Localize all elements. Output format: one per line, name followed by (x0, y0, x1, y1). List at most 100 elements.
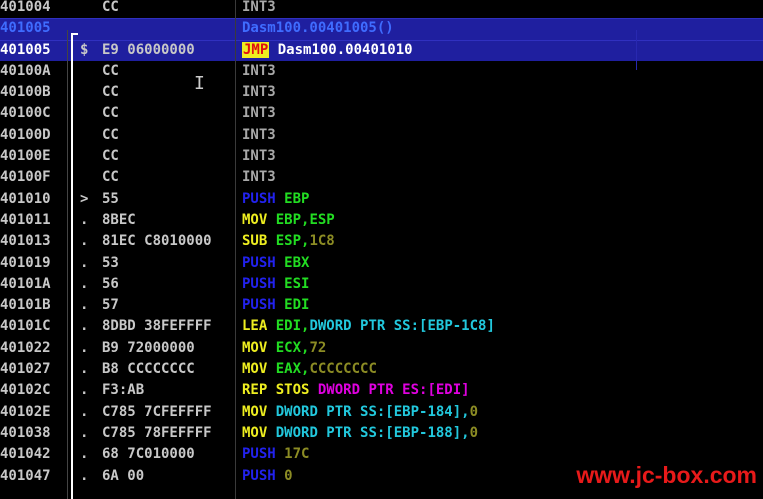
instruction-disassembly: PUSH EDI (242, 295, 309, 316)
disasm-token: 0 (275, 467, 293, 484)
disasm-row[interactable]: 40100F CC INT3 (0, 167, 763, 188)
instruction-hex-bytes: CC (102, 0, 119, 15)
disasm-row[interactable]: 40100C CC INT3 (0, 103, 763, 124)
instruction-address: 40100D (0, 126, 51, 143)
disasm-token: EBX (275, 254, 310, 271)
instruction-disassembly: LEA EDI,DWORD PTR SS:[EBP-1C8] (242, 316, 495, 337)
disasm-token: INT3 (242, 84, 276, 101)
instruction-disassembly: MOV DWORD PTR SS:[EBP-188],0 (242, 423, 478, 444)
instruction-hex-bytes: B9 72000000 (102, 339, 195, 356)
instruction-address: 40102C (0, 382, 51, 399)
instruction-address: 401005 (0, 20, 51, 37)
instruction-disassembly: MOV EBP,ESP (242, 210, 335, 231)
disasm-token: 1C8 (309, 233, 335, 250)
disasm-row[interactable]: 401004 CC INT3 (0, 0, 763, 18)
instruction-address: 40101C (0, 318, 51, 335)
disasm-row[interactable]: 40101B. 57 PUSH EDI (0, 295, 763, 316)
disasm-row[interactable]: 401005 Dasm100.00401005() (0, 18, 763, 40)
disasm-token: ESP, (267, 233, 310, 250)
instruction-disassembly: REP STOS DWORD PTR ES:[EDI] (242, 380, 470, 401)
disasm-row[interactable]: 401027. B8 CCCCCCCC MOV EAX,CCCCCCCC (0, 359, 763, 380)
instruction-disassembly: INT3 (242, 61, 276, 82)
disasm-token: 0 (469, 424, 479, 441)
disasm-token: REP STOS (242, 382, 310, 399)
disasm-token: MOV (242, 403, 268, 420)
instruction-address: 40101B (0, 297, 51, 314)
disasm-row[interactable]: 40100E CC INT3 (0, 146, 763, 167)
instruction-disassembly: PUSH EBX (242, 253, 309, 274)
disasm-row[interactable]: 40102C. F3:AB REP STOS DWORD PTR ES:[EDI] (0, 380, 763, 401)
disasm-token: 72 (309, 339, 327, 356)
instruction-marker: . (80, 446, 89, 463)
instruction-hex-bytes: 68 7C010000 (102, 446, 195, 463)
instruction-hex-bytes: C785 78FEFFFF (102, 424, 212, 441)
disasm-row[interactable]: 40100D CC INT3 (0, 125, 763, 146)
instruction-address: 401013 (0, 233, 51, 250)
instruction-hex-bytes: CC (102, 105, 119, 122)
instruction-address: 401022 (0, 339, 51, 356)
instruction-disassembly: INT3 (242, 146, 276, 167)
disasm-token: ECX, (267, 339, 310, 356)
instruction-hex-bytes: 53 (102, 254, 119, 271)
disasm-row[interactable]: 401019. 53 PUSH EBX (0, 253, 763, 274)
disasm-row[interactable]: 401005 $ E9 06000000 JMP Dasm100.00401010 (0, 39, 763, 61)
instruction-hex-bytes: E9 06000000 (102, 41, 195, 58)
instruction-marker: . (80, 297, 89, 314)
disasm-token: PUSH (242, 297, 276, 314)
disasm-token: MOV (242, 211, 268, 228)
instruction-address: 40102E (0, 403, 51, 420)
instruction-hex-bytes: C785 7CFEFFFF (102, 403, 212, 420)
disasm-row[interactable]: 40102E. C785 7CFEFFFF MOV DWORD PTR SS:[EB… (0, 402, 763, 423)
instruction-disassembly: PUSH 17C (242, 444, 309, 465)
instruction-address: 40101A (0, 275, 51, 292)
disasm-token: MOV (242, 361, 268, 378)
instruction-marker: . (80, 254, 89, 271)
instruction-address: 401011 (0, 211, 51, 228)
instruction-hex-bytes: CC (102, 126, 119, 143)
disasm-row[interactable]: 401011. 8BEC MOV EBP,ESP (0, 210, 763, 231)
instruction-hex-bytes: 55 (102, 190, 119, 207)
disasm-token: EDI (275, 297, 310, 314)
disasm-row[interactable]: 40100B CC INT3 (0, 82, 763, 103)
disasm-row[interactable]: 401038. C785 78FEFFFF MOV DWORD PTR SS:[EB… (0, 423, 763, 444)
instruction-hex-bytes: 57 (102, 297, 119, 314)
disasm-row[interactable]: 401022. B9 72000000 MOV ECX,72 (0, 338, 763, 359)
disassembly-listing[interactable]: 401004 CC INT3 401005 Dasm100.00401005() 4010… (0, 0, 763, 487)
instruction-marker: . (80, 382, 89, 399)
instruction-address: 401010 (0, 190, 51, 207)
disasm-token: PUSH (242, 467, 276, 484)
instruction-address: 40100C (0, 105, 51, 122)
instruction-marker: . (80, 424, 89, 441)
disasm-token: PUSH (242, 275, 276, 292)
instruction-address: 40100F (0, 169, 51, 186)
disasm-token: PUSH (242, 254, 276, 271)
text-cursor-icon: I (194, 73, 205, 94)
instruction-marker: . (80, 318, 89, 335)
instruction-disassembly: SUB ESP,1C8 (242, 231, 335, 252)
instruction-disassembly: MOV EAX,CCCCCCCC (242, 359, 377, 380)
procedure-bracket-line (71, 33, 73, 499)
instruction-hex-bytes: B8 CCCCCCCC (102, 361, 195, 378)
instruction-disassembly: INT3 (242, 0, 276, 18)
disasm-token: CCCCCCCC (309, 361, 377, 378)
disasm-token: INT3 (242, 105, 276, 122)
disasm-token: DWORD PTR SS:[EBP-1C8] (309, 318, 495, 335)
disasm-token: INT3 (242, 126, 276, 143)
instruction-hex-bytes: 56 (102, 275, 119, 292)
column-divider-hex (235, 0, 236, 499)
disasm-row[interactable]: 40100A CC INT3 (0, 61, 763, 82)
instruction-marker: . (80, 339, 89, 356)
disasm-token: PUSH (242, 446, 276, 463)
instruction-disassembly: PUSH 0 (242, 466, 293, 487)
disasm-row[interactable]: 40101A. 56 PUSH ESI (0, 274, 763, 295)
instruction-disassembly: INT3 (242, 167, 276, 188)
disasm-row[interactable]: 401010 >55 PUSH EBP (0, 189, 763, 210)
disasm-row[interactable]: 401013. 81EC C8010000 SUB ESP,1C8 (0, 231, 763, 252)
disasm-token: EAX, (267, 361, 310, 378)
column-divider-address (67, 30, 68, 499)
instruction-marker: . (80, 361, 89, 378)
instruction-hex-bytes: 8DBD 38FEFFFF (102, 318, 212, 335)
instruction-disassembly: INT3 (242, 82, 276, 103)
disasm-token: PUSH (242, 190, 276, 207)
disasm-row[interactable]: 40101C. 8DBD 38FEFFFF LEA EDI,DWORD PTR SS… (0, 316, 763, 337)
